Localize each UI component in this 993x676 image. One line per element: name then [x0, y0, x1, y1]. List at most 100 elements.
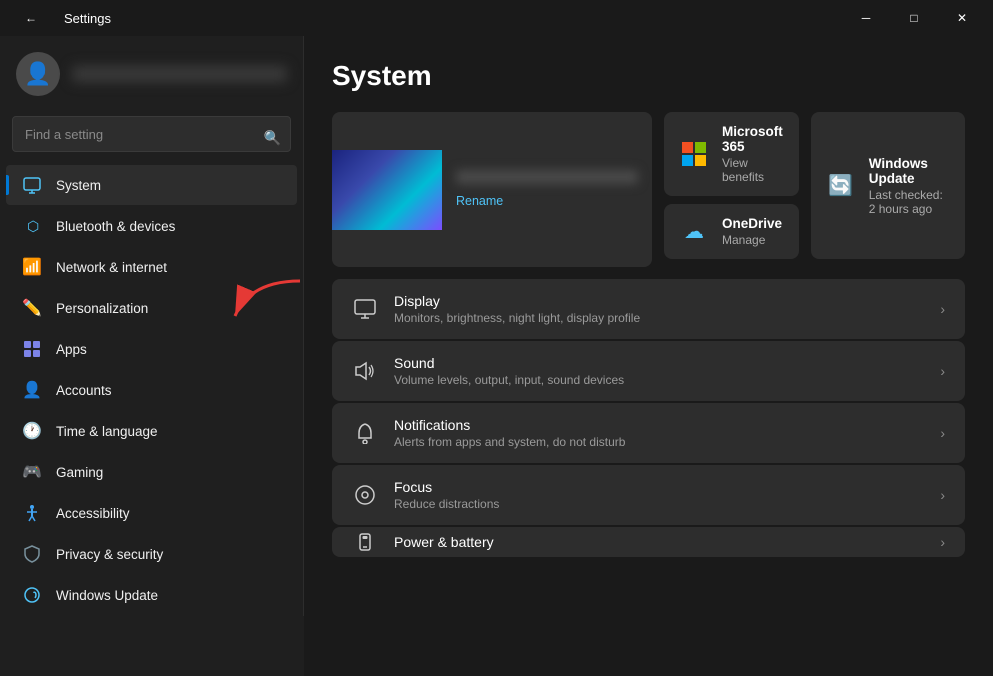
sidebar-item-label-system: System [56, 178, 101, 193]
power-text: Power & battery [394, 534, 924, 550]
notifications-chevron-icon: › [940, 425, 945, 441]
settings-list: Display Monitors, brightness, night light… [332, 279, 965, 557]
privacy-icon [22, 544, 42, 564]
sound-name: Sound [394, 355, 924, 371]
sidebar-item-personalization[interactable]: ✏️ Personalization [6, 288, 297, 328]
gaming-icon: 🎮 [22, 462, 42, 482]
maximize-button[interactable]: □ [891, 0, 937, 36]
service-card-ms365[interactable]: Microsoft 365 View benefits [664, 112, 799, 196]
search-input[interactable] [12, 116, 291, 152]
ms365-icon [680, 140, 708, 168]
device-card[interactable]: Rename [332, 112, 652, 267]
sidebar-item-label-gaming: Gaming [56, 465, 103, 480]
rename-button[interactable]: Rename [456, 194, 503, 208]
windows-update-card[interactable]: 🔄 Windows Update Last checked: 2 hours a… [811, 112, 965, 259]
sidebar-item-apps[interactable]: Apps [6, 329, 297, 369]
sidebar-item-label-accessibility: Accessibility [56, 506, 130, 521]
sidebar-nav: System ⬡ Bluetooth & devices 📶 Network & int… [0, 164, 303, 616]
sidebar-item-bluetooth[interactable]: ⬡ Bluetooth & devices [6, 206, 297, 246]
sound-text: SoundVolume levels, output, input, sound… [394, 355, 924, 387]
device-info: Rename [442, 160, 652, 220]
focus-name: Focus [394, 479, 924, 495]
notifications-name: Notifications [394, 417, 924, 433]
sidebar: 👤 🔍 System ⬡ Bluetooth & devices 📶 Network &… [0, 36, 304, 616]
service-cards: Microsoft 365 View benefits ☁ OneDrive M… [664, 112, 799, 267]
update-icon [22, 585, 42, 605]
sidebar-item-label-personalization: Personalization [56, 301, 148, 316]
sidebar-item-privacy[interactable]: Privacy & security [6, 534, 297, 574]
system-icon [22, 175, 42, 195]
ms365-info: Microsoft 365 View benefits [722, 124, 783, 184]
onedrive-sub: Manage [722, 233, 783, 247]
titlebar: ← Settings ─ □ ✕ [0, 0, 993, 36]
user-name [72, 66, 287, 82]
sidebar-item-accessibility[interactable]: Accessibility [6, 493, 297, 533]
focus-text: Focus Reduce distractions [394, 479, 924, 511]
sidebar-item-label-apps: Apps [56, 342, 87, 357]
svg-text:⬡: ⬡ [27, 218, 39, 234]
sidebar-item-gaming[interactable]: 🎮 Gaming [6, 452, 297, 492]
sidebar-item-label-accounts: Accounts [56, 383, 112, 398]
focus-setting-icon [352, 482, 378, 508]
sidebar-item-label-privacy: Privacy & security [56, 547, 163, 562]
personalization-icon: ✏️ [22, 298, 42, 318]
display-name: Display [394, 293, 924, 309]
ms365-sub: View benefits [722, 156, 783, 184]
sidebar-item-label-time: Time & language [56, 424, 158, 439]
sidebar-item-system[interactable]: System [6, 165, 297, 205]
time-icon: 🕐 [22, 421, 42, 441]
sidebar-item-update[interactable]: Windows Update [6, 575, 297, 615]
network-icon: 📶 [22, 257, 42, 277]
focus-chevron-icon: › [940, 487, 945, 503]
bluetooth-icon: ⬡ [22, 216, 42, 236]
titlebar-title: Settings [64, 11, 111, 26]
setting-item-notifications[interactable]: Notifications Alerts from apps and system… [332, 403, 965, 463]
device-name [456, 170, 638, 184]
setting-item-focus[interactable]: Focus Reduce distractions › [332, 465, 965, 525]
notifications-desc: Alerts from apps and system, do not dist… [394, 435, 924, 449]
setting-item-power[interactable]: Power & battery › [332, 527, 965, 557]
onedrive-info: OneDrive Manage [722, 216, 783, 247]
display-chevron-icon: › [940, 301, 945, 317]
page-title: System [332, 60, 965, 92]
search-icon: 🔍 [264, 130, 281, 147]
accounts-icon: 👤 [22, 380, 42, 400]
service-card-onedrive[interactable]: ☁ OneDrive Manage [664, 204, 799, 259]
update-icon: 🔄 [827, 172, 855, 200]
back-button[interactable]: ← [8, 0, 54, 36]
apps-icon [22, 339, 42, 359]
setting-item-sound[interactable]: SoundVolume levels, output, input, sound… [332, 341, 965, 401]
setting-item-display[interactable]: Display Monitors, brightness, night light… [332, 279, 965, 339]
notifications-setting-icon [352, 420, 378, 446]
display-desc: Monitors, brightness, night light, displ… [394, 311, 924, 325]
update-info: Windows Update Last checked: 2 hours ago [869, 156, 949, 216]
sidebar-item-label-network: Network & internet [56, 260, 167, 275]
sidebar-item-time[interactable]: 🕐 Time & language [6, 411, 297, 451]
power-setting-icon [352, 529, 378, 555]
search-container: 🔍 [0, 112, 303, 164]
close-button[interactable]: ✕ [939, 0, 985, 36]
main-content: System Rename [304, 36, 993, 676]
user-profile[interactable]: 👤 [0, 44, 303, 112]
accessibility-icon [22, 503, 42, 523]
sidebar-item-accounts[interactable]: 👤 Accounts [6, 370, 297, 410]
onedrive-name: OneDrive [722, 216, 783, 231]
sidebar-item-label-bluetooth: Bluetooth & devices [56, 219, 175, 234]
onedrive-icon: ☁ [680, 218, 708, 246]
avatar: 👤 [16, 52, 60, 96]
notifications-text: Notifications Alerts from apps and system… [394, 417, 924, 449]
titlebar-controls: ─ □ ✕ [843, 0, 985, 36]
device-thumbnail [332, 150, 442, 230]
sidebar-item-label-update: Windows Update [56, 588, 158, 603]
focus-desc: Reduce distractions [394, 497, 924, 511]
sound-setting-icon [352, 358, 378, 384]
update-name: Windows Update [869, 156, 949, 186]
display-text: Display Monitors, brightness, night light… [394, 293, 924, 325]
minimize-button[interactable]: ─ [843, 0, 889, 36]
sidebar-item-network[interactable]: 📶 Network & internet [6, 247, 297, 287]
sound-chevron-icon: › [940, 363, 945, 379]
power-name: Power & battery [394, 534, 924, 550]
person-icon: 👤 [24, 61, 51, 87]
power-chevron-icon: › [940, 534, 945, 550]
update-sub: Last checked: 2 hours ago [869, 188, 949, 216]
